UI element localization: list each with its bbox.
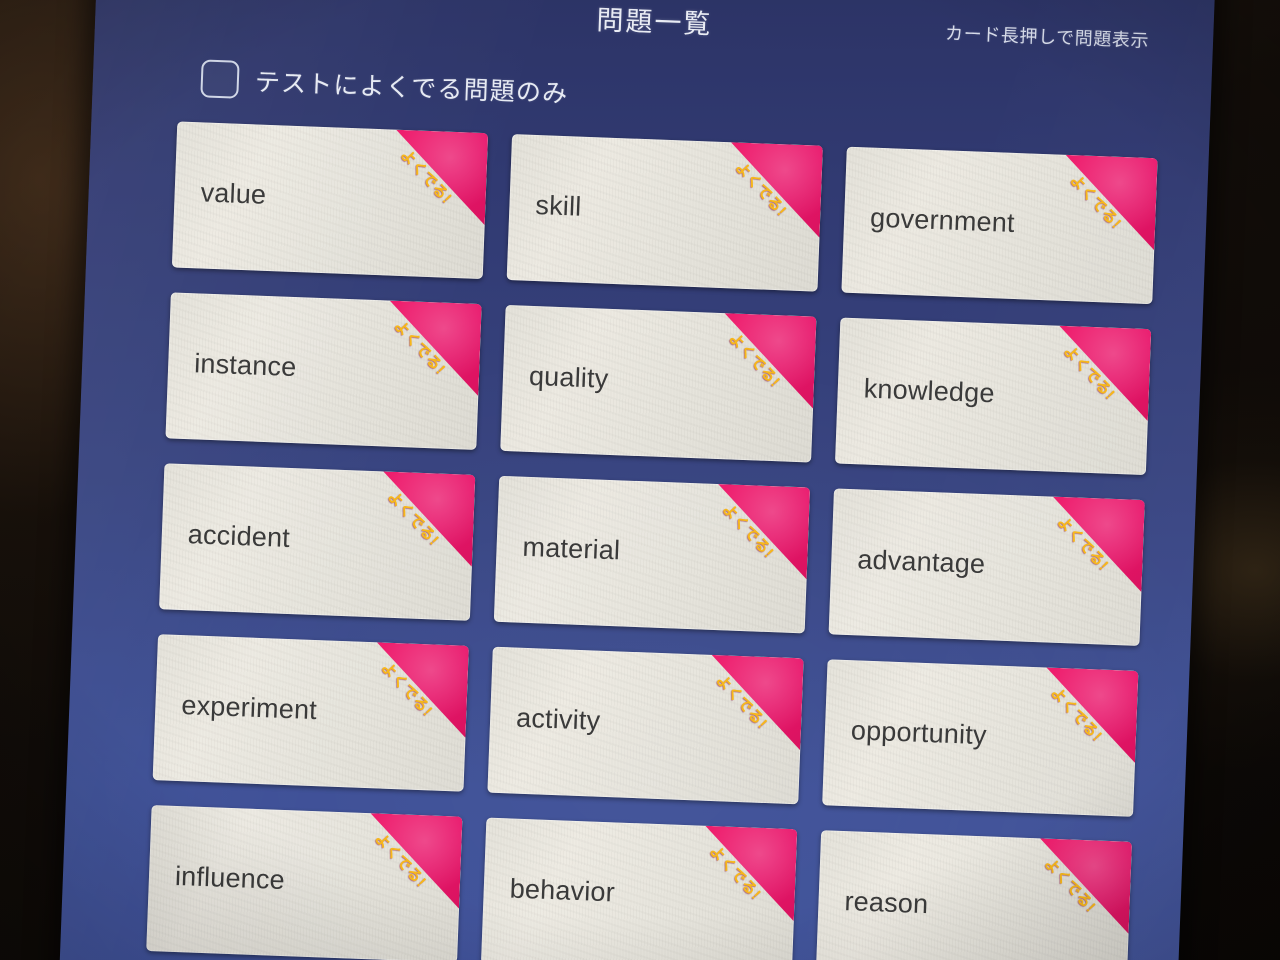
tablet-device: 問題一覧 カード長押しで問題表示 テストによくでる問題のみ value よくでる!… xyxy=(58,0,1216,960)
question-card[interactable]: influence よくでる! xyxy=(146,805,463,960)
frequent-badge-ribbon: よくでる! xyxy=(721,313,816,408)
question-card[interactable]: experiment よくでる! xyxy=(152,634,469,792)
question-card-word: accident xyxy=(187,518,291,553)
frequent-badge-ribbon: よくでる! xyxy=(728,142,823,237)
question-card[interactable]: advantage よくでる! xyxy=(828,488,1145,646)
question-card-word: reason xyxy=(844,885,929,919)
question-card-word: experiment xyxy=(180,689,318,725)
frequent-badge-ribbon: よくでる! xyxy=(1037,838,1132,933)
question-card-word: skill xyxy=(534,189,583,222)
question-card[interactable]: accident よくでる! xyxy=(159,463,476,621)
question-card-word: activity xyxy=(515,702,601,736)
question-card-word: advantage xyxy=(856,543,986,579)
frequent-questions-checkbox[interactable] xyxy=(200,59,240,99)
frequent-badge-ribbon: よくでる! xyxy=(1049,497,1144,592)
question-card-word: knowledge xyxy=(863,372,996,408)
question-card[interactable]: quality よくでる! xyxy=(500,304,817,463)
question-card-word: influence xyxy=(174,860,286,895)
question-card-word: behavior xyxy=(509,873,616,907)
frequent-badge-ribbon: よくでる! xyxy=(380,471,475,566)
tablet-photo: 問題一覧 カード長押しで問題表示 テストによくでる問題のみ value よくでる!… xyxy=(0,0,1280,960)
question-card[interactable]: skill よくでる! xyxy=(506,134,823,292)
frequent-badge-ribbon: よくでる! xyxy=(1043,667,1138,762)
question-card-word: value xyxy=(200,176,267,210)
question-card[interactable]: knowledge よくでる! xyxy=(834,317,1152,476)
frequent-badge-ribbon: よくでる! xyxy=(373,642,468,737)
frequent-questions-label: テストによくでる問題のみ xyxy=(254,68,569,109)
question-card[interactable]: value よくでる! xyxy=(171,121,489,280)
question-card[interactable]: behavior よくでる! xyxy=(480,817,798,960)
frequent-badge-ribbon: よくでる! xyxy=(1056,326,1151,421)
question-card[interactable]: activity よくでる! xyxy=(487,646,804,805)
frequent-questions-filter[interactable]: テストによくでる問題のみ xyxy=(200,59,1165,133)
question-card-word: opportunity xyxy=(850,714,988,750)
question-card[interactable]: instance よくでる! xyxy=(165,292,482,450)
question-card-grid: value よくでる! skill よくでる! government よくでる! insta… xyxy=(146,121,1162,960)
frequent-badge-ribbon: よくでる! xyxy=(708,655,803,750)
app-screen: 問題一覧 カード長押しで問題表示 テストによくでる問題のみ value よくでる!… xyxy=(59,0,1215,960)
question-card-word: material xyxy=(522,531,621,565)
frequent-badge-ribbon: よくでる! xyxy=(702,826,797,921)
question-card[interactable]: reason よくでる! xyxy=(815,830,1132,960)
frequent-badge-ribbon: よくでる! xyxy=(1062,155,1157,250)
frequent-badge-ribbon: よくでる! xyxy=(367,813,462,908)
frequent-badge-ribbon: よくでる! xyxy=(715,484,810,579)
question-card-word: quality xyxy=(528,360,610,394)
frequent-badge-ribbon: よくでる! xyxy=(386,301,481,396)
frequent-badge-ribbon: よくでる! xyxy=(393,130,488,225)
question-card[interactable]: material よくでる! xyxy=(493,475,811,634)
question-card[interactable]: opportunity よくでる! xyxy=(822,659,1139,817)
question-card-word: instance xyxy=(193,347,297,382)
question-card[interactable]: government よくでる! xyxy=(841,146,1158,305)
question-card-word: government xyxy=(869,202,1016,238)
